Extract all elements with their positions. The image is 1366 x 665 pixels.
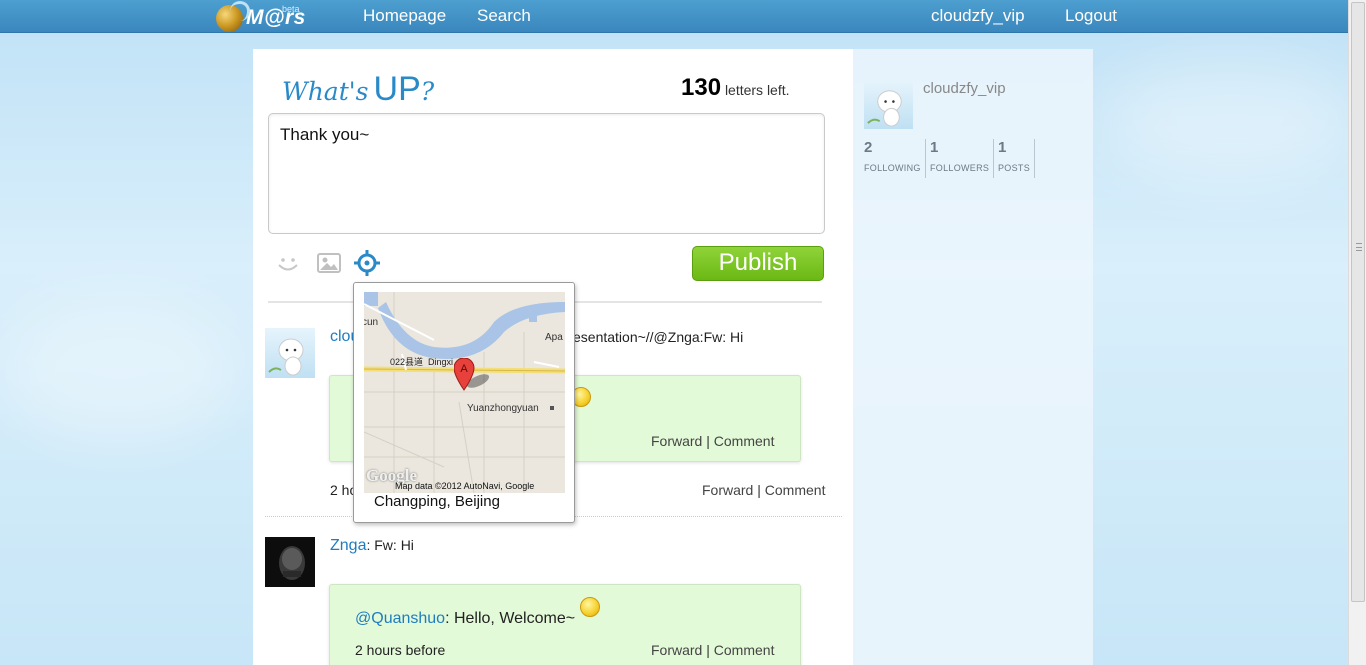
profile-username[interactable]: cloudzfy_vip [923,80,1006,97]
avatar-cartoon-icon [867,90,902,127]
location-icon[interactable] [354,250,380,276]
feed-post-header: Znga: Fw: Hi [330,537,414,555]
nav-username-link[interactable]: cloudzfy_vip [931,6,1025,26]
feed-avatar[interactable] [265,328,315,378]
feed-post-text: esentation~//@Znga:Fw: Hi [573,329,744,345]
map-label: Apa [545,332,563,343]
quoted-post-timestamp: 2 hours before [355,642,446,658]
comment-link[interactable]: Comment [765,482,826,498]
profile-avatar[interactable] [864,80,913,129]
quoted-post-box: @Quanshuo: Hello, Welcome~ 2 hours befor… [329,584,801,665]
smiley-icon[interactable] [275,250,301,276]
stat-following[interactable]: 2 FOLLOWING [864,139,926,178]
letters-left-counter: 130 letters left. [681,74,790,102]
map-marker-icon: A [453,357,490,394]
quoted-post-actions: Forward | Comment [651,642,775,658]
feed-post-text: : Fw: Hi [366,537,414,553]
map-label-road: 022县道 Dingxi [390,357,454,367]
quoted-post-text: : Hello, Welcome~ [445,610,576,627]
avatar-portrait-icon [265,537,315,587]
forward-link[interactable]: Forward [651,642,702,658]
comment-link[interactable]: Comment [714,433,775,449]
nav-search-link[interactable]: Search [477,6,531,26]
letters-label: letters left. [724,82,790,98]
map-label: cun [364,317,379,328]
background-glow [1100,60,1360,180]
feed-avatar[interactable] [265,537,315,587]
background-glow [0,300,240,440]
svg-text:A: A [460,363,468,375]
stat-posts[interactable]: 1 POSTS [998,139,1036,178]
stat-followers[interactable]: 1 FOLLOWERS [930,139,995,178]
forward-link[interactable]: Forward [702,482,753,498]
publish-button[interactable]: Publish [692,246,824,281]
comment-link[interactable]: Comment [714,642,775,658]
post-actions: Forward | Comment [702,482,826,498]
forward-link[interactable]: Forward [651,433,702,449]
composer-title: What's UP? [282,70,435,108]
top-navigation-bar: M@rs beta Homepage Search cloudzfy_vip L… [0,0,1348,33]
planet-logo-icon [216,0,250,32]
mention-link[interactable]: @Quanshuo [355,610,445,627]
location-map-popup[interactable]: cun 022县道 Dingxi Apa Yuanzhongyuan A Goo… [353,282,575,523]
image-icon[interactable] [316,250,342,276]
feed-username[interactable]: Znga [330,537,366,554]
map-attribution: Map data ©2012 AutoNavi, Google [395,481,535,491]
avatar-cartoon-icon [268,338,304,376]
beta-badge: beta [282,4,300,14]
nav-homepage-link[interactable]: Homepage [363,6,446,26]
page-scrollbar[interactable] [1348,0,1366,665]
scrollbar-thumb[interactable] [1351,2,1365,602]
map-view[interactable]: cun 022县道 Dingxi Apa Yuanzhongyuan A Goo… [364,292,565,493]
letters-count: 130 [681,74,722,101]
nav-logout-link[interactable]: Logout [1065,6,1117,26]
map-label-place: Yuanzhongyuan [467,403,539,414]
smiley-emoji-icon [579,597,600,617]
post-input[interactable]: Thank you~ [268,113,825,234]
quoted-post-content: @Quanshuo: Hello, Welcome~ [355,597,600,628]
site-logo[interactable]: M@rs beta [216,0,306,33]
quoted-post-actions: Forward | Comment [651,433,775,449]
location-caption: Changping, Beijing [374,493,500,510]
